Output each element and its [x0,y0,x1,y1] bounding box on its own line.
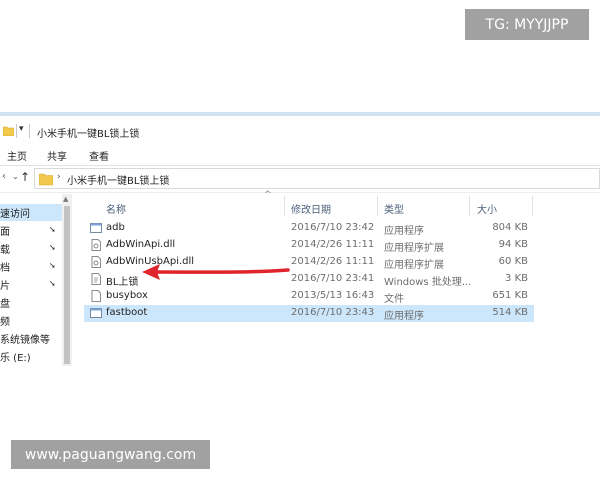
column-divider[interactable] [284,196,285,216]
file-size: 804 KB [492,222,528,233]
file-icon [90,290,102,305]
pin-icon: ➘ [49,261,56,270]
nav-item-videos[interactable]: 频 [0,312,62,329]
nav-item-label: 速访问 [0,209,30,220]
nav-item-desktop[interactable]: 面 ➘ [0,222,62,239]
address-field[interactable]: › 小米手机一键BL锁上锁 [34,168,600,189]
column-header-date[interactable]: 修改日期 [291,201,331,216]
file-explorer-window: ▾ 小米手机一键BL锁上锁 主页 共享 查看 ‹ ⌄ ↑ › 小米手机一键BL锁… [0,112,600,366]
nav-item-documents[interactable]: 档 ➘ [0,258,62,275]
file-type: 应用程序扩展 [384,243,444,254]
file-date: 2014/2/26 11:11 [291,256,375,267]
column-divider[interactable] [532,196,533,216]
watermark-top: TG: MYYJJPP [465,9,589,40]
file-date: 2016/7/10 23:41 [291,273,375,284]
nav-item-drive[interactable]: 盘 [0,294,62,311]
file-name: AdbWinApi.dll [106,239,176,250]
quick-access-toolbar-dropdown[interactable]: ▾ [19,124,24,134]
nav-item-label: 系统镜像等 [0,335,50,346]
file-date: 2016/7/10 23:43 [291,307,375,318]
nav-item-label: 载 [0,245,10,256]
navigation-pane: 速访问 面 ➘ 载 ➘ 档 ➘ 片 ➘ 盘 频 系统镜像等 乐 (E:) [0,194,62,366]
file-type: 文件 [384,294,404,305]
file-row[interactable]: busybox 2013/5/13 16:43 文件 651 KB [84,288,534,305]
nav-item-label: 盘 [0,299,10,310]
title-separator [29,124,30,138]
arrow-shaft [154,268,290,274]
title-separator [16,124,17,138]
column-header-size[interactable]: 大小 [477,201,497,216]
batch-file-icon [90,273,102,288]
dll-icon [90,256,102,271]
nav-pane-scrollbar[interactable]: ▲ [62,194,72,366]
ribbon-divider [0,165,600,166]
window-accent-line [0,112,600,116]
nav-item-label: 档 [0,263,10,274]
pin-icon: ➘ [49,225,56,234]
file-date: 2014/2/26 11:11 [291,239,375,250]
nav-item-label: 频 [0,317,10,328]
file-name: BL上锁 [106,277,139,288]
title-bar: ▾ 小米手机一键BL锁上锁 [0,122,600,142]
up-icon[interactable]: ↑ [20,170,30,184]
file-type: 应用程序 [384,311,424,322]
sort-ascending-icon: ^ [264,190,272,200]
file-row[interactable]: AdbWinApi.dll 2014/2/26 11:11 应用程序扩展 94 … [84,237,534,254]
nav-item-label: 乐 (E:) [0,353,31,364]
column-header-name[interactable]: 名称 [106,201,126,216]
breadcrumb-chevron-icon[interactable]: › [57,172,61,182]
file-name: adb [106,222,125,233]
watermark-bottom: www.paguangwang.com [11,440,210,469]
tab-view[interactable]: 查看 [89,148,109,163]
tab-home[interactable]: 主页 [7,148,27,163]
application-icon [90,307,102,322]
tab-share[interactable]: 共享 [47,148,67,163]
window-title: 小米手机一键BL锁上锁 [37,129,140,140]
column-header-type[interactable]: 类型 [384,201,404,216]
ribbon-tabs: 主页 共享 查看 [0,146,600,164]
file-name: fastboot [106,307,148,318]
red-arrow-annotation [142,264,290,280]
file-row[interactable]: adb 2016/7/10 23:42 应用程序 804 KB [84,220,534,237]
breadcrumb-current-folder[interactable]: 小米手机一键BL锁上锁 [67,172,169,187]
file-size: 60 KB [498,256,528,267]
nav-item-pictures[interactable]: 片 ➘ [0,276,62,293]
nav-item-quick-access[interactable]: 速访问 [0,204,62,221]
content-divider [0,192,600,193]
file-date: 2016/7/10 23:42 [291,222,375,233]
nav-item-label: 面 [0,227,10,238]
column-headers: ^ 名称 修改日期 类型 大小 [84,190,534,218]
column-divider[interactable] [469,196,470,216]
scroll-up-icon[interactable]: ▲ [63,195,68,203]
back-icon[interactable]: ‹ [2,171,6,182]
folder-icon [38,171,54,190]
file-type: Windows 批处理... [384,277,472,288]
file-size: 3 KB [505,273,528,284]
recent-locations-icon[interactable]: ⌄ [12,172,19,181]
file-size: 651 KB [492,290,528,301]
folder-icon [2,126,15,139]
dll-icon [90,239,102,254]
file-size: 514 KB [492,307,528,318]
nav-item-system-image[interactable]: 系统镜像等 [0,330,62,347]
file-type: 应用程序 [384,226,424,237]
file-size: 94 KB [498,239,528,250]
pin-icon: ➘ [49,243,56,252]
file-type: 应用程序扩展 [384,260,444,271]
column-divider[interactable] [377,196,378,216]
application-icon [90,222,102,237]
address-bar-row: ‹ ⌄ ↑ › 小米手机一键BL锁上锁 [0,168,600,190]
nav-item-label: 片 [0,281,10,292]
file-date: 2013/5/13 16:43 [291,290,375,301]
scrollbar-thumb[interactable] [64,206,70,364]
pin-icon: ➘ [49,279,56,288]
file-name: busybox [106,290,148,301]
nav-item-drive-e[interactable]: 乐 (E:) [0,348,62,365]
file-row[interactable]: fastboot 2016/7/10 23:43 应用程序 514 KB [84,305,534,322]
nav-item-downloads[interactable]: 载 ➘ [0,240,62,257]
